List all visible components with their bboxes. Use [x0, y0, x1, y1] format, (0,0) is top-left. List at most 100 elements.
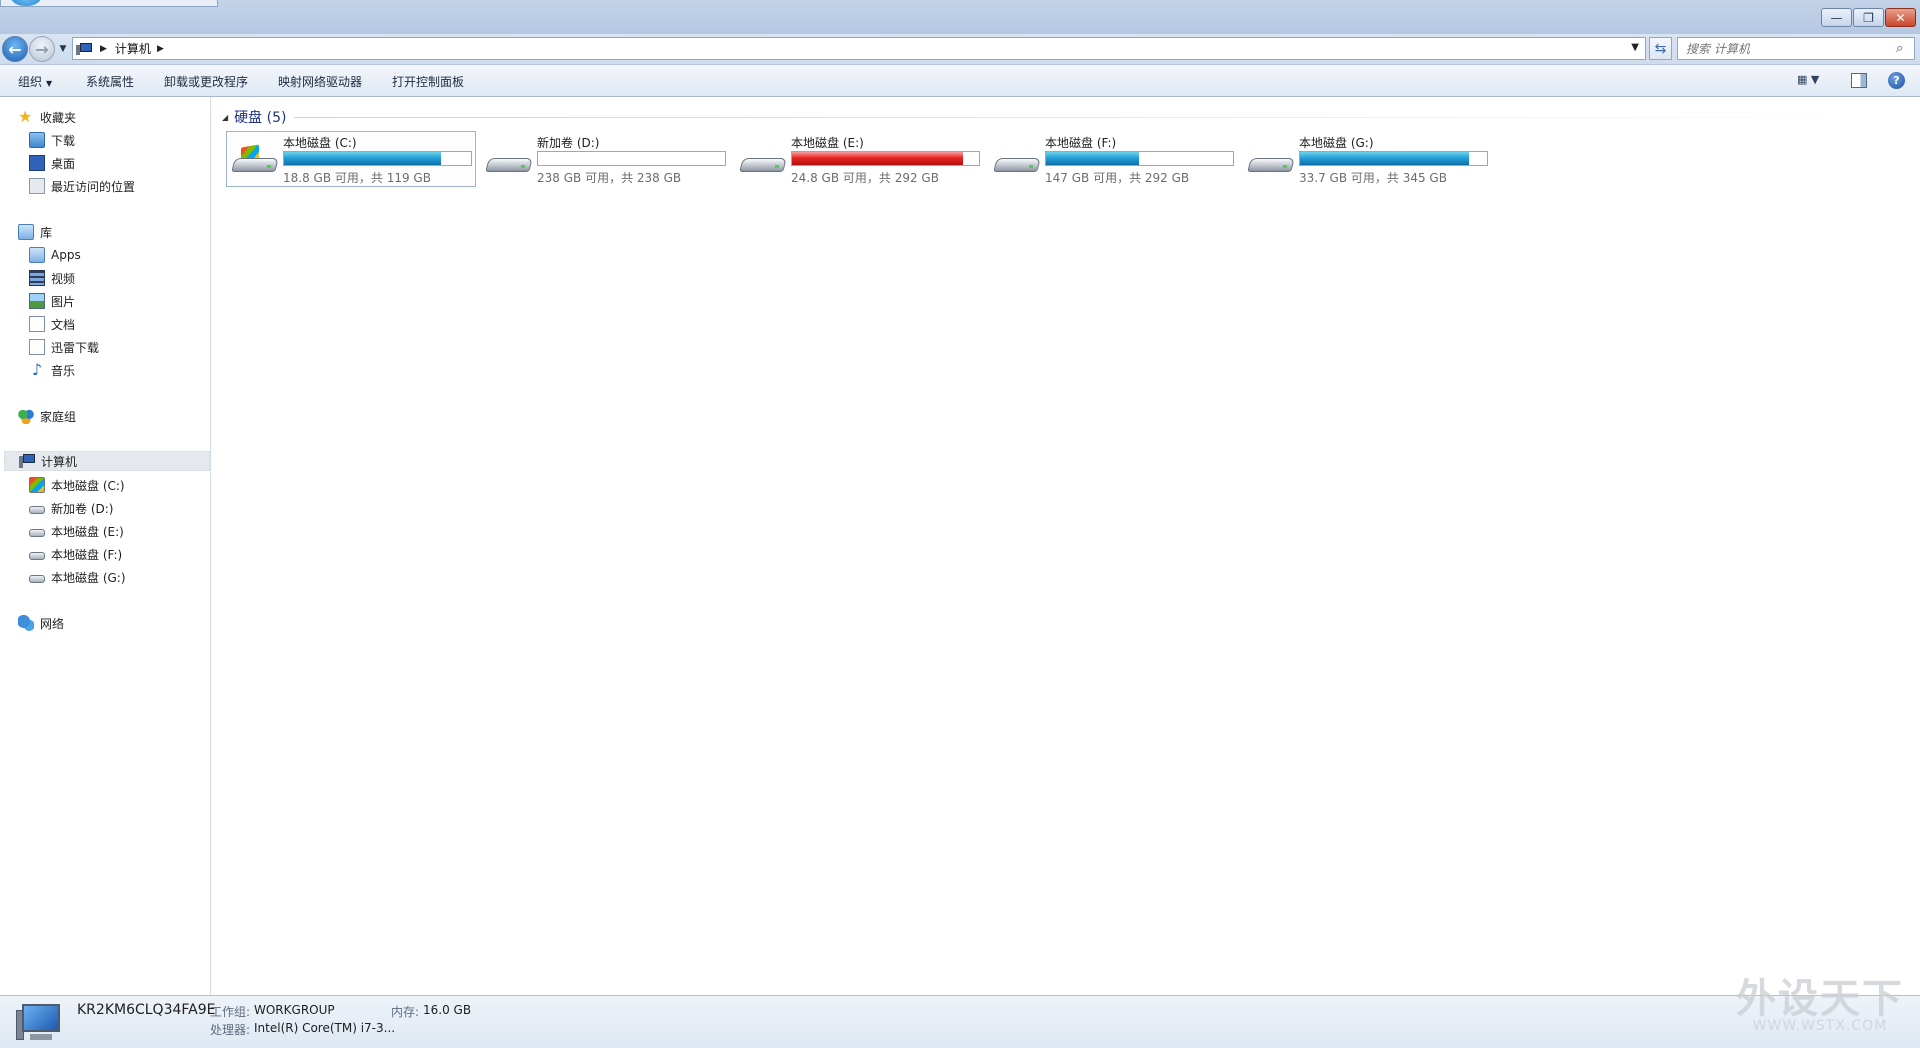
sidebar-item-videos[interactable]: 视频 — [29, 268, 75, 288]
recent-pages-dropdown[interactable]: ▼ — [57, 42, 69, 56]
forward-button[interactable]: → — [29, 36, 55, 62]
drive-free-space: 238 GB 可用，共 238 GB — [537, 171, 682, 185]
drive-free-space: 18.8 GB 可用，共 119 GB — [283, 171, 431, 185]
breadcrumb-arrow-icon[interactable]: ▶ — [100, 44, 107, 54]
sidebar-item-drive-c[interactable]: 本地磁盘 (C:) — [29, 475, 125, 495]
hard-drive-icon — [485, 144, 533, 178]
sidebar-item-label: 本地磁盘 (C:) — [51, 478, 125, 493]
sidebar-favorites[interactable]: ★ 收藏夹 — [18, 107, 76, 127]
sidebar-item-label: 家庭组 — [40, 409, 77, 424]
sidebar-homegroup[interactable]: 家庭组 — [18, 406, 76, 426]
organize-label: 组织 — [18, 75, 43, 89]
sidebar-item-drive-e[interactable]: 本地磁盘 (E:) — [29, 521, 124, 541]
minimize-button[interactable]: — — [1821, 8, 1852, 27]
group-header-hard-drives[interactable]: ◢ 硬盘 (5) — [222, 107, 1912, 127]
sidebar-item-desktop[interactable]: 桌面 — [29, 153, 75, 173]
workgroup-label: 工作组: — [210, 1005, 251, 1019]
apps-library-icon — [29, 247, 45, 263]
drive-tile-c[interactable]: 本地磁盘 (C:) 18.8 GB 可用，共 119 GB — [226, 131, 476, 187]
desktop-icon — [29, 155, 45, 171]
change-view-button[interactable]: ▦ ▼ — [1797, 73, 1833, 89]
sidebar-item-label: 库 — [40, 225, 53, 240]
memory-value: 16.0 GB — [423, 1003, 472, 1017]
system-properties-button[interactable]: 系统属性 — [86, 73, 134, 90]
computer-icon — [76, 42, 94, 56]
preview-pane-button[interactable] — [1851, 73, 1867, 88]
open-control-panel-button[interactable]: 打开控制面板 — [392, 73, 464, 90]
sidebar-network[interactable]: 网络 — [18, 613, 64, 633]
restore-button[interactable]: ❐ — [1853, 8, 1884, 27]
sidebar-item-label: 最近访问的位置 — [51, 179, 136, 194]
sidebar-item-label: 新加卷 (D:) — [51, 501, 114, 516]
back-button[interactable]: ← — [2, 36, 28, 62]
sidebar-item-downloads[interactable]: 下载 — [29, 130, 75, 150]
sidebar-item-label: 迅雷下载 — [51, 340, 100, 355]
sidebar-item-thunder-downloads[interactable]: 迅雷下载 — [29, 337, 99, 357]
drive-name: 本地磁盘 (E:) — [791, 136, 864, 150]
chevron-down-icon: ▼ — [46, 79, 53, 88]
sidebar-item-recent-places[interactable]: 最近访问的位置 — [29, 176, 135, 196]
sidebar-item-documents[interactable]: 文档 — [29, 314, 75, 334]
thunder-download-icon — [29, 339, 45, 355]
breadcrumb-arrow-icon[interactable]: ▶ — [157, 44, 164, 54]
hard-drive-icon — [29, 552, 45, 560]
drive-tile-g[interactable]: 本地磁盘 (G:) 33.7 GB 可用，共 345 GB — [1242, 131, 1492, 187]
system-drive-icon — [231, 144, 279, 178]
watermark-url: WWW.WSTX.COM — [1752, 1018, 1888, 1034]
sidebar-computer[interactable]: 计算机 — [4, 451, 210, 471]
drive-tile-d[interactable]: 新加卷 (D:) 238 GB 可用，共 238 GB — [480, 131, 730, 187]
window-title-bar: — ❐ ✕ — [0, 0, 1920, 34]
pictures-icon — [29, 293, 45, 309]
drive-name: 新加卷 (D:) — [537, 136, 600, 150]
sidebar-item-drive-d[interactable]: 新加卷 (D:) — [29, 498, 113, 518]
search-box[interactable]: ⌕ — [1677, 37, 1915, 60]
sidebar-item-label: 本地磁盘 (G:) — [51, 570, 126, 585]
command-bar: 组织 ▼ 系统属性 卸载或更改程序 映射网络驱动器 打开控制面板 ▦ ▼ ? — [0, 64, 1920, 97]
drive-tile-f[interactable]: 本地磁盘 (F:) 147 GB 可用，共 292 GB — [988, 131, 1238, 187]
close-button[interactable]: ✕ — [1885, 8, 1916, 27]
address-dropdown-icon[interactable]: ▼ — [1631, 42, 1639, 53]
downloads-folder-icon — [29, 132, 45, 148]
organize-button[interactable]: 组织 ▼ — [18, 73, 52, 90]
details-pane: KR2KM6CLQ34FA9E 工作组: WORKGROUP 内存: 16.0 … — [0, 995, 1920, 1048]
help-button[interactable]: ? — [1888, 72, 1905, 89]
group-title: 硬盘 (5) — [234, 110, 287, 126]
refresh-button[interactable]: ⇆ — [1649, 37, 1672, 60]
drive-usage-bar — [537, 151, 726, 166]
uninstall-program-button[interactable]: 卸载或更改程序 — [164, 73, 248, 90]
map-network-drive-button[interactable]: 映射网络驱动器 — [278, 73, 362, 90]
library-icon — [18, 224, 34, 240]
minimize-icon: — — [1830, 10, 1843, 25]
sidebar-item-label: 图片 — [51, 294, 76, 309]
breadcrumb-computer[interactable]: 计算机 — [115, 40, 151, 57]
file-list-view[interactable]: ◢ 硬盘 (5) 本地磁盘 (C:) 18.8 GB 可用，共 119 GB 新… — [212, 97, 1920, 995]
hard-drive-icon — [29, 506, 45, 514]
sidebar-item-label: 桌面 — [51, 156, 76, 171]
drive-name: 本地磁盘 (C:) — [283, 136, 357, 150]
sidebar-item-apps[interactable]: Apps — [29, 245, 81, 265]
processor-label: 处理器: — [210, 1023, 251, 1037]
drive-tile-e[interactable]: 本地磁盘 (E:) 24.8 GB 可用，共 292 GB — [734, 131, 984, 187]
search-input[interactable] — [1678, 38, 1896, 59]
sidebar-item-music[interactable]: ♪ 音乐 — [29, 360, 75, 380]
sidebar-item-label: 收藏夹 — [40, 110, 77, 125]
documents-icon — [29, 316, 45, 332]
sidebar-item-drive-g[interactable]: 本地磁盘 (G:) — [29, 567, 126, 587]
navigation-pane: ★ 收藏夹 下载 桌面 最近访问的位置 库 Apps 视频 图片 文档 迅雷下载 … — [0, 97, 211, 995]
sidebar-libraries[interactable]: 库 — [18, 222, 52, 242]
drive-name: 本地磁盘 (G:) — [1299, 136, 1374, 150]
video-icon — [29, 270, 45, 286]
address-bar[interactable]: ▶ 计算机 ▶ ▼ — [72, 37, 1646, 60]
drive-free-space: 33.7 GB 可用，共 345 GB — [1299, 171, 1447, 185]
star-icon: ★ — [18, 107, 33, 126]
homegroup-icon — [18, 408, 34, 424]
sidebar-item-pictures[interactable]: 图片 — [29, 291, 75, 311]
system-drive-icon — [29, 477, 45, 493]
watermark-text: 外设天下 — [1736, 975, 1904, 1022]
help-icon: ? — [1893, 74, 1900, 87]
sidebar-item-drive-f[interactable]: 本地磁盘 (F:) — [29, 544, 122, 564]
computer-name: KR2KM6CLQ34FA9E — [77, 1002, 216, 1018]
search-icon[interactable]: ⌕ — [1896, 41, 1914, 56]
collapse-group-icon[interactable]: ◢ — [222, 113, 228, 122]
hard-drive-icon — [29, 529, 45, 537]
